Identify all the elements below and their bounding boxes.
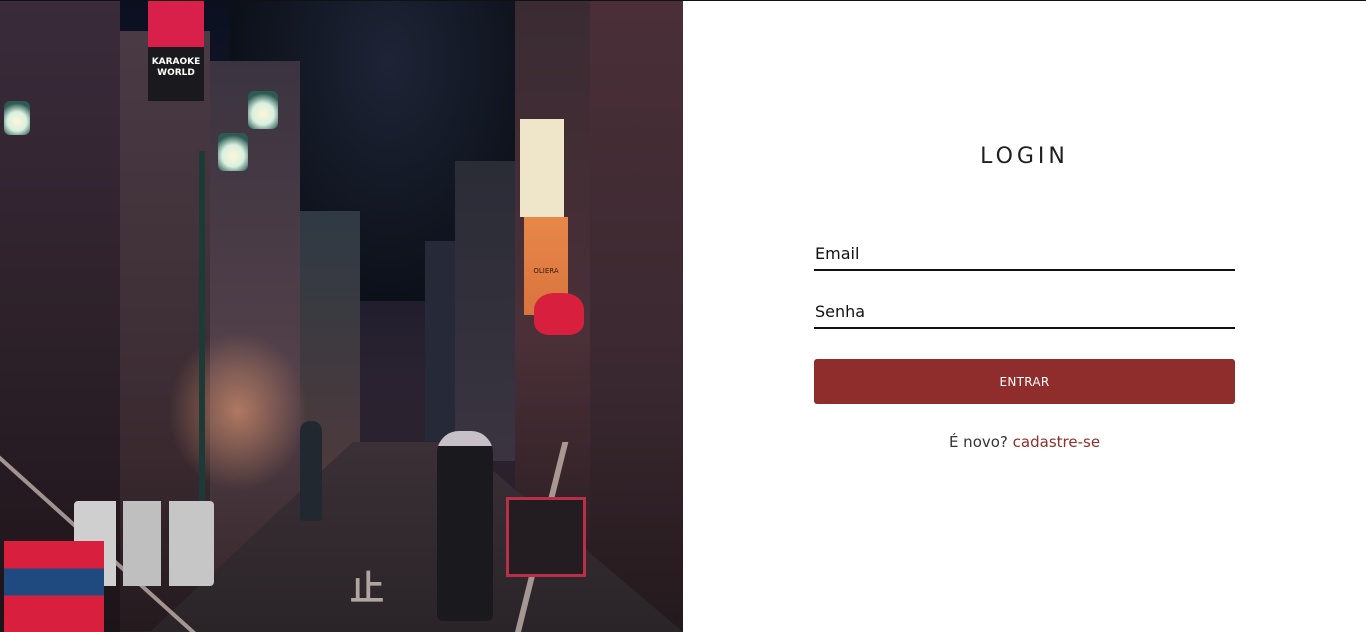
login-title: LOGIN [980,144,1069,169]
login-page: KARAOKE WORLD OLIERA 止 LOGIN ENTRAR É no… [0,0,1366,632]
password-field[interactable] [814,299,1235,329]
building-right [455,161,515,461]
email-field[interactable] [814,241,1235,271]
menu-boards [506,497,586,577]
karaoke-sign: KARAOKE WORLD [148,1,204,101]
shop-light-glow [168,331,308,491]
building-right [590,1,683,632]
login-panel: LOGIN ENTRAR É novo? cadastre-se [683,1,1366,632]
signup-link[interactable]: cadastre-se [1013,433,1100,451]
street-lamp [218,133,248,171]
lamp-pole [199,151,205,511]
crates [4,541,104,632]
pedestrian [437,431,493,621]
bull-sign [534,293,584,335]
city-street-photo: KARAOKE WORLD OLIERA 止 [0,1,683,632]
road-marking: 止 [350,569,386,609]
street-lamp [248,91,278,129]
login-button[interactable]: ENTRAR [814,359,1235,404]
street-lamp [4,101,30,135]
signup-prompt-text: É novo? [948,433,1008,451]
vertical-shop-sign [520,119,564,217]
pedestrian [300,421,322,521]
signup-prompt: É novo? cadastre-se [683,433,1366,451]
